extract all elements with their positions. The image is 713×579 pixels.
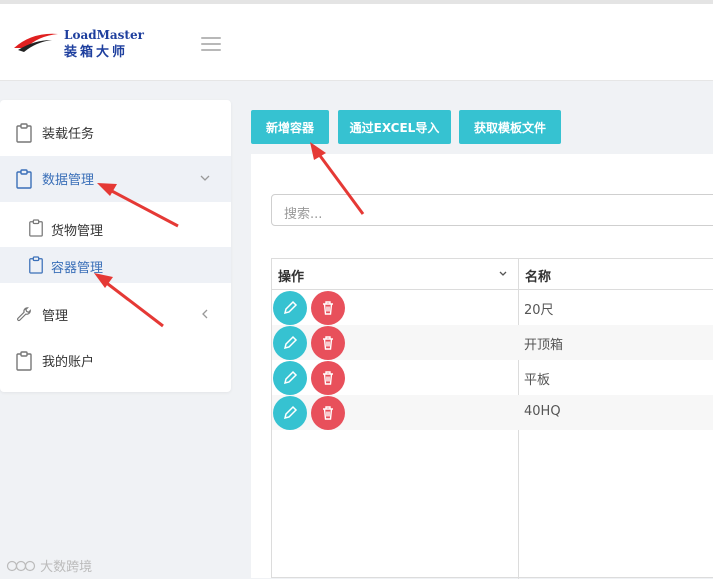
search-placeholder: 搜索...: [284, 207, 323, 222]
sidebar-subitem-cargo[interactable]: 货物管理: [0, 210, 231, 246]
app-header: LoadMaster 装箱大师: [0, 4, 713, 81]
menu-toggle-icon[interactable]: [201, 37, 221, 51]
delete-button[interactable]: [311, 326, 345, 360]
sidebar-subitem-container[interactable]: 容器管理: [0, 247, 231, 283]
trash-icon: [323, 371, 333, 385]
pencil-icon: [283, 300, 298, 315]
column-header-label: 操作: [278, 270, 305, 285]
container-name: 开顶箱: [524, 338, 564, 353]
sidebar-item-loading-task[interactable]: 装载任务: [0, 110, 231, 156]
column-header-actions[interactable]: 操作: [272, 259, 518, 290]
edit-button[interactable]: [273, 396, 307, 430]
pencil-icon: [283, 370, 298, 385]
sidebar-item-label: 管理: [42, 309, 69, 324]
brand-name-en: LoadMaster: [64, 28, 144, 42]
edit-button[interactable]: [273, 361, 307, 395]
watermark: 大数跨境: [6, 556, 92, 575]
get-template-button[interactable]: 获取模板文件: [459, 110, 561, 144]
trash-icon: [323, 301, 333, 315]
sidebar-item-admin[interactable]: 管理: [0, 292, 231, 338]
table-row: 平板: [272, 360, 713, 395]
sidebar-item-label: 我的账户: [42, 355, 95, 370]
container-name: 20尺: [524, 303, 554, 318]
clipboard-icon: [16, 169, 32, 189]
clipboard-icon: [16, 351, 32, 371]
brand-logo[interactable]: LoadMaster 装箱大师: [12, 26, 172, 60]
clipboard-icon: [16, 123, 32, 143]
delete-button[interactable]: [311, 396, 345, 430]
column-header-name[interactable]: 名称: [519, 259, 713, 290]
watermark-text: 大数跨境: [40, 560, 93, 575]
logo-swoosh-icon: [14, 33, 58, 52]
sidebar-item-my-account[interactable]: 我的账户: [0, 338, 231, 384]
watermark-logo-icon: [6, 560, 36, 572]
clipboard-icon: [29, 219, 43, 237]
trash-icon: [323, 406, 333, 420]
chevron-left-icon: [202, 309, 208, 319]
container-table: 操作 名称 20尺 开顶箱 平板 40HQ: [271, 258, 713, 579]
table-row: 40HQ: [272, 395, 713, 430]
sidebar-item-data-management[interactable]: 数据管理: [0, 156, 231, 202]
sidebar-subitem-label: 容器管理: [51, 261, 104, 276]
container-name: 40HQ: [524, 404, 561, 419]
container-name: 平板: [524, 373, 551, 388]
pencil-icon: [283, 405, 298, 420]
add-container-button[interactable]: 新增容器: [251, 110, 329, 144]
sidebar-item-label: 数据管理: [42, 173, 95, 188]
sidebar-item-label: 装载任务: [42, 127, 95, 142]
table-row: 开顶箱: [272, 325, 713, 360]
sort-chevron-icon[interactable]: [498, 269, 508, 279]
table-row: 20尺: [272, 290, 713, 325]
excel-import-button[interactable]: 通过EXCEL导入: [338, 110, 451, 144]
delete-button[interactable]: [311, 361, 345, 395]
edit-button[interactable]: [273, 326, 307, 360]
trash-icon: [323, 336, 333, 350]
column-header-label: 名称: [525, 270, 552, 285]
sidebar-subitem-label: 货物管理: [51, 224, 104, 239]
pencil-icon: [283, 335, 298, 350]
brand-name-cn: 装箱大师: [64, 45, 129, 60]
chevron-down-icon: [200, 175, 210, 181]
edit-button[interactable]: [273, 291, 307, 325]
clipboard-icon: [29, 256, 43, 274]
wrench-icon: [17, 307, 31, 322]
delete-button[interactable]: [311, 291, 345, 325]
sidebar: 装载任务 数据管理 货物管理 容器管理 管理 我的账户: [0, 100, 231, 392]
search-input[interactable]: 搜索...: [271, 194, 713, 226]
